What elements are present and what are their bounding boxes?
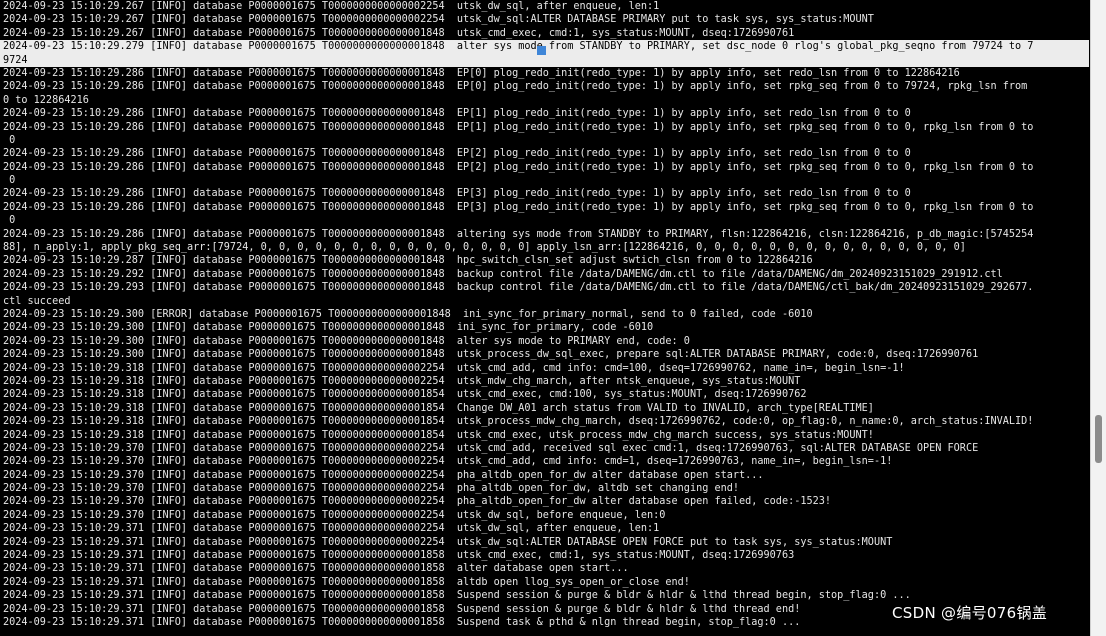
- log-line: 2024-09-23 15:10:29.371 [INFO] database …: [3, 563, 629, 575]
- mouse-cursor-marker: [537, 46, 546, 55]
- log-line: 2024-09-23 15:10:29.267 [INFO] database …: [3, 14, 874, 26]
- log-line: 2024-09-23 15:10:29.371 [INFO] database …: [3, 550, 795, 562]
- log-line: 2024-09-23 15:10:29.292 [INFO] database …: [3, 268, 1003, 280]
- log-line: 2024-09-23 15:10:29.286 [INFO] database …: [3, 67, 960, 79]
- log-output[interactable]: 2024-09-23 15:10:29.267 [INFO] database …: [0, 0, 1089, 629]
- log-line: 0: [3, 175, 16, 187]
- log-line: 2024-09-23 15:10:29.371 [INFO] database …: [3, 523, 660, 535]
- log-line: 0: [3, 134, 16, 146]
- watermark-text: CSDN @编号076锅盖: [892, 604, 1048, 622]
- log-line: 2024-09-23 15:10:29.286 [INFO] database …: [3, 188, 911, 200]
- log-line: 2024-09-23 15:10:29.370 [INFO] database …: [3, 469, 764, 481]
- log-line: 0 to 122864216: [3, 94, 89, 106]
- log-line: 88], n_apply:1, apply_pkg_seq_arr:[79724…: [3, 242, 966, 254]
- log-line: 2024-09-23 15:10:29.267 [INFO] database …: [3, 1, 660, 12]
- log-line: 2024-09-23 15:10:29.300 [ERROR] database…: [3, 308, 813, 320]
- log-line: 2024-09-23 15:10:29.318 [INFO] database …: [3, 416, 1034, 428]
- log-line: 2024-09-23 15:10:29.286 [INFO] database …: [3, 161, 1034, 173]
- scrollbar-thumb[interactable]: [1095, 415, 1102, 463]
- log-line: 2024-09-23 15:10:29.318 [INFO] database …: [3, 429, 874, 441]
- log-line: 0: [3, 215, 16, 227]
- log-line: 2024-09-23 15:10:29.293 [INFO] database …: [3, 282, 1034, 294]
- log-line: 2024-09-23 15:10:29.318 [INFO] database …: [3, 389, 807, 401]
- log-line: 2024-09-23 15:10:29.370 [INFO] database …: [3, 509, 666, 521]
- log-line: 2024-09-23 15:10:29.370 [INFO] database …: [3, 456, 893, 468]
- log-line: 2024-09-23 15:10:29.287 [INFO] database …: [3, 255, 813, 267]
- log-line: 2024-09-23 15:10:29.300 [INFO] database …: [3, 322, 654, 334]
- log-line: 2024-09-23 15:10:29.286 [INFO] database …: [3, 108, 911, 120]
- log-line: 2024-09-23 15:10:29.286 [INFO] database …: [3, 228, 1034, 240]
- log-line: 2024-09-23 15:10:29.371 [INFO] database …: [3, 536, 893, 548]
- log-line: 2024-09-23 15:10:29.286 [INFO] database …: [3, 121, 1034, 133]
- log-line-selected: 9724: [0, 53, 1089, 67]
- log-line: 2024-09-23 15:10:29.300 [INFO] database …: [3, 349, 979, 361]
- log-line: 2024-09-23 15:10:29.318 [INFO] database …: [3, 375, 801, 387]
- log-line: 2024-09-23 15:10:29.286 [INFO] database …: [3, 81, 1028, 93]
- log-line: 2024-09-23 15:10:29.267 [INFO] database …: [3, 27, 795, 39]
- vertical-scrollbar[interactable]: [1090, 0, 1106, 636]
- log-line: 2024-09-23 15:10:29.286 [INFO] database …: [3, 201, 1034, 213]
- log-line: 2024-09-23 15:10:29.371 [INFO] database …: [3, 576, 690, 588]
- log-line: 2024-09-23 15:10:29.318 [INFO] database …: [3, 402, 874, 414]
- log-line: 2024-09-23 15:10:29.286 [INFO] database …: [3, 148, 911, 160]
- log-line: 2024-09-23 15:10:29.371 [INFO] database …: [3, 590, 911, 602]
- terminal-window[interactable]: 2024-09-23 15:10:29.267 [INFO] database …: [0, 0, 1090, 636]
- log-line: 2024-09-23 15:10:29.300 [INFO] database …: [3, 335, 690, 347]
- log-line: 2024-09-23 15:10:29.370 [INFO] database …: [3, 496, 832, 508]
- log-line: 2024-09-23 15:10:29.318 [INFO] database …: [3, 362, 905, 374]
- log-line: ctl succeed: [3, 295, 71, 307]
- log-line: 2024-09-23 15:10:29.370 [INFO] database …: [3, 442, 979, 454]
- log-line: 2024-09-23 15:10:29.370 [INFO] database …: [3, 483, 740, 495]
